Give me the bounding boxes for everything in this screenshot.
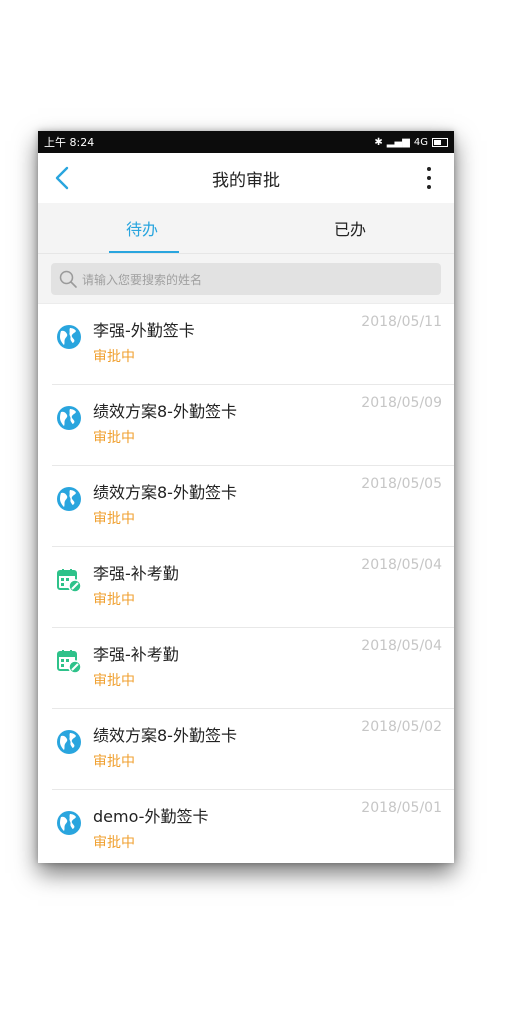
back-button[interactable] [48,163,76,193]
item-title: demo-外勤签卡 [93,807,209,826]
item-title: 李强-外勤签卡 [93,321,195,340]
search-input[interactable]: 请输入您要搜索的姓名 [51,263,441,295]
item-date: 2018/05/01 [361,800,442,816]
list-item[interactable]: 绩效方案8-外勤签卡 审批中 2018/05/02 [52,709,454,790]
globe-icon [56,486,82,512]
globe-icon [56,324,82,350]
globe-icon [56,405,82,431]
search-icon [59,270,77,288]
item-status: 审批中 [93,673,135,689]
item-status: 审批中 [93,754,135,770]
tab-bar: 待办 已办 [38,203,454,254]
signal-icon: ▂▄▆ [386,136,410,148]
item-date: 2018/05/09 [361,395,442,411]
list-item[interactable]: 绩效方案8-外勤签卡 审批中 2018/05/09 [52,385,454,466]
item-date: 2018/05/11 [361,314,442,330]
item-status: 审批中 [93,835,135,851]
tab-done[interactable]: 已办 [246,203,454,253]
item-status: 审批中 [93,592,135,608]
search-placeholder: 请输入您要搜索的姓名 [82,272,203,287]
approval-list: 李强-外勤签卡 审批中 2018/05/11 绩效方案8-外勤签卡 审批中 2018/0… [38,304,454,863]
calendar-edit-icon [56,567,82,593]
list-item[interactable]: 李强-补考勤 审批中 2018/05/04 [52,547,454,628]
item-title: 绩效方案8-外勤签卡 [93,483,237,502]
nav-bar: 我的审批 [38,153,454,203]
list-item[interactable]: demo-外勤签卡 审批中 2018/05/01 [52,790,454,863]
status-bar: 上午 8:24 ✱ ▂▄▆ 4G [38,131,454,153]
item-status: 审批中 [93,430,135,446]
item-title: 绩效方案8-外勤签卡 [93,402,237,421]
list-item[interactable]: 李强-补考勤 审批中 2018/05/04 [52,628,454,709]
search-area: 请输入您要搜索的姓名 [38,254,454,304]
item-title: 李强-补考勤 [93,564,179,583]
status-time: 上午 8:24 [44,136,95,149]
item-date: 2018/05/02 [361,719,442,735]
phone-screen: 上午 8:24 ✱ ▂▄▆ 4G 我的审批 待办 已办 请输入您要搜索的姓名 李… [38,131,454,863]
list-item[interactable]: 绩效方案8-外勤签卡 审批中 2018/05/05 [52,466,454,547]
globe-icon [56,810,82,836]
item-status: 审批中 [93,349,135,365]
item-date: 2018/05/04 [361,557,442,573]
item-date: 2018/05/04 [361,638,442,654]
more-button[interactable] [424,165,434,191]
network-label: 4G [413,136,428,148]
item-status: 审批中 [93,511,135,527]
tab-pending[interactable]: 待办 [38,203,246,253]
item-title: 李强-补考勤 [93,645,179,664]
calendar-edit-icon [56,648,82,674]
globe-icon [56,729,82,755]
battery-icon [432,137,448,147]
status-icons: ✱ ▂▄▆ 4G [374,137,448,148]
list-item[interactable]: 李强-外勤签卡 审批中 2018/05/11 [52,304,454,385]
bluetooth-icon: ✱ [374,136,383,148]
item-title: 绩效方案8-外勤签卡 [93,726,237,745]
page-title: 我的审批 [212,170,280,191]
chevron-left-icon [55,166,69,190]
item-date: 2018/05/05 [361,476,442,492]
